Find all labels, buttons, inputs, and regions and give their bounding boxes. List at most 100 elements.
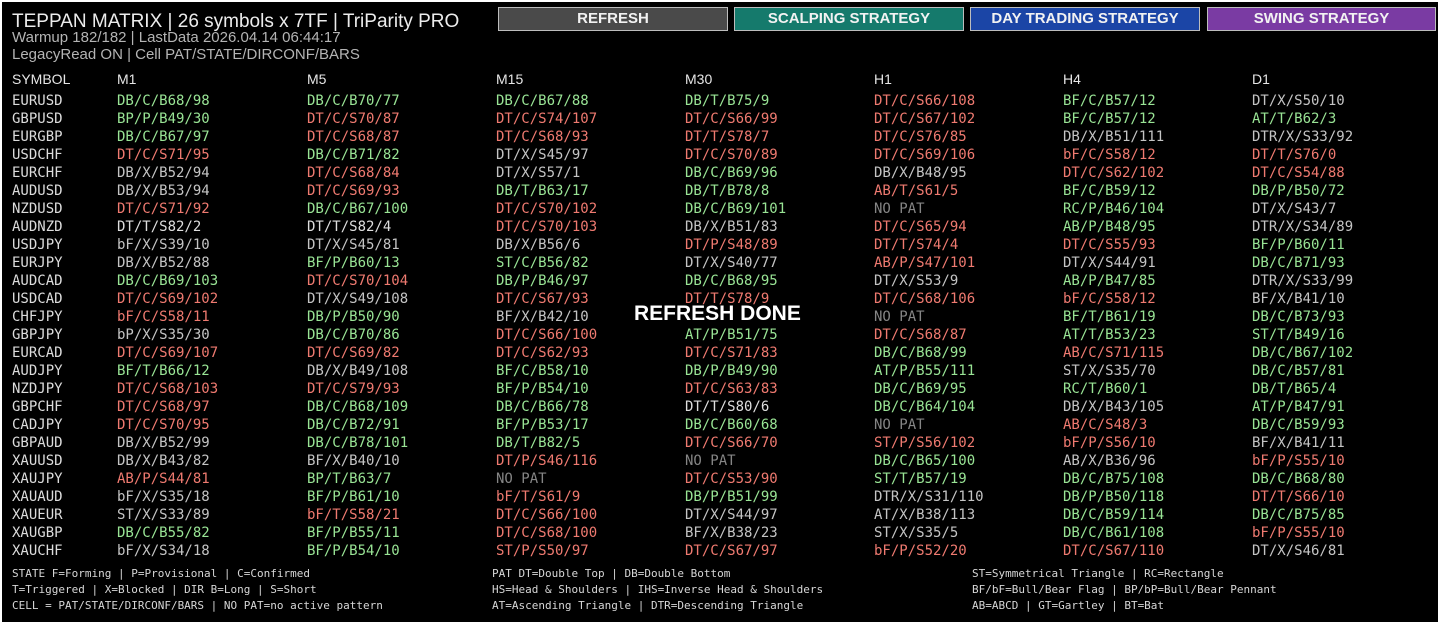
matrix-cell: bF/X/S34/18 (117, 543, 210, 559)
matrix-cell: DT/C/S66/100 (496, 507, 598, 523)
matrix-cell: DB/X/B56/6 (496, 237, 581, 253)
symbol-label: EURCAD (12, 345, 63, 361)
matrix-cell: DB/C/B70/77 (307, 93, 400, 109)
matrix-cell: DT/C/S68/100 (496, 525, 598, 541)
matrix-cell: AB/P/B47/85 (1063, 273, 1156, 289)
matrix-cell: bF/T/S61/9 (496, 489, 581, 505)
matrix-cell: BF/T/B61/19 (1063, 309, 1156, 325)
matrix-cell: AT/P/B51/75 (685, 327, 778, 343)
matrix-cell: DB/C/B68/80 (1252, 471, 1345, 487)
matrix-cell: DB/C/B72/91 (307, 417, 400, 433)
matrix-cell: AT/P/B47/91 (1252, 399, 1345, 415)
matrix-cell: DB/C/B75/85 (1252, 507, 1345, 523)
matrix-cell: DB/C/B70/86 (307, 327, 400, 343)
matrix-cell: DT/C/S67/97 (685, 543, 778, 559)
matrix-cell: DT/T/S74/4 (874, 237, 959, 253)
symbol-label: EURCHF (12, 165, 63, 181)
matrix-cell: DT/C/S70/95 (117, 417, 210, 433)
timeframe-header-h4: H4 (1063, 71, 1081, 87)
matrix-cell: NO PAT (874, 201, 925, 217)
matrix-cell: DT/P/S46/116 (496, 453, 598, 469)
matrix-cell: DB/C/B69/95 (874, 381, 967, 397)
legend-pattern-dt-db: PAT DT=Double Top | DB=Double Bottom (492, 567, 731, 580)
matrix-cell: BF/X/B40/10 (307, 453, 400, 469)
symbol-label: GBPAUD (12, 435, 63, 451)
matrix-cell: bF/C/S58/12 (1063, 291, 1156, 307)
matrix-cell: bP/X/S35/30 (117, 327, 210, 343)
matrix-cell: DT/C/S68/93 (496, 129, 589, 145)
matrix-cell: DT/C/S69/106 (874, 147, 976, 163)
symbol-label: EURGBP (12, 129, 63, 145)
matrix-cell: DB/T/B63/17 (496, 183, 589, 199)
matrix-cell: DT/T/S82/4 (307, 219, 392, 235)
scalping-strategy-button[interactable]: SCALPING STRATEGY (734, 7, 964, 31)
swing-strategy-button[interactable]: SWING STRATEGY (1207, 7, 1436, 31)
matrix-cell: DB/C/B71/93 (1252, 255, 1345, 271)
matrix-cell: ST/X/S35/70 (1063, 363, 1156, 379)
matrix-cell: DB/C/B59/114 (1063, 507, 1165, 523)
matrix-cell: DB/C/B60/68 (685, 417, 778, 433)
symbol-label: XAUJPY (12, 471, 63, 487)
info-line: LegacyRead ON | Cell PAT/STATE/DIRCONF/B… (12, 46, 360, 63)
matrix-cell: ST/T/B49/16 (1252, 327, 1345, 343)
symbol-label: XAUGBP (12, 525, 63, 541)
matrix-cell: DT/C/S69/102 (117, 291, 219, 307)
matrix-cell: bF/P/S55/10 (1252, 525, 1345, 541)
matrix-cell: DB/C/B68/98 (117, 93, 210, 109)
matrix-cell: DT/C/S67/110 (1063, 543, 1165, 559)
matrix-cell: BF/P/B60/13 (307, 255, 400, 271)
matrix-cell: DT/C/S74/107 (496, 111, 598, 127)
legend-trigger: T=Triggered | X=Blocked | DIR B=Long | S… (12, 583, 317, 596)
matrix-cell: DB/T/B82/5 (496, 435, 581, 451)
matrix-cell: DTR/X/S31/110 (874, 489, 984, 505)
matrix-cell: DT/C/S63/83 (685, 381, 778, 397)
matrix-cell: BP/P/B49/30 (117, 111, 210, 127)
matrix-cell: DT/C/S67/102 (874, 111, 976, 127)
matrix-cell: DT/C/S53/90 (685, 471, 778, 487)
matrix-cell: DB/C/B68/99 (874, 345, 967, 361)
matrix-cell: AT/T/B62/3 (1252, 111, 1337, 127)
matrix-cell: DT/X/S44/91 (1063, 255, 1156, 271)
matrix-cell: DT/T/S82/2 (117, 219, 202, 235)
matrix-cell: DT/C/S69/93 (307, 183, 400, 199)
matrix-cell: AB/P/S44/81 (117, 471, 210, 487)
matrix-cell: DB/P/B50/72 (1252, 183, 1345, 199)
matrix-cell: DT/C/S71/92 (117, 201, 210, 217)
matrix-cell: NO PAT (874, 417, 925, 433)
matrix-cell: DT/C/S69/107 (117, 345, 219, 361)
matrix-cell: BF/P/B54/10 (496, 381, 589, 397)
matrix-cell: DT/C/S70/103 (496, 219, 598, 235)
matrix-cell: DB/C/B67/88 (496, 93, 589, 109)
matrix-cell: BF/T/B66/12 (117, 363, 210, 379)
symbol-label: XAUEUR (12, 507, 63, 523)
matrix-cell: DT/C/S54/88 (1252, 165, 1345, 181)
matrix-cell: DT/C/S66/99 (685, 111, 778, 127)
refresh-button[interactable]: REFRESH (498, 7, 728, 31)
matrix-cell: DT/C/S71/83 (685, 345, 778, 361)
matrix-cell: DB/C/B68/109 (307, 399, 409, 415)
matrix-cell: DB/P/B51/99 (685, 489, 778, 505)
matrix-cell: DT/C/S68/87 (307, 129, 400, 145)
matrix-cell: DT/T/S80/6 (685, 399, 770, 415)
matrix-cell: DB/C/B71/82 (307, 147, 400, 163)
matrix-cell: AB/X/B36/96 (1063, 453, 1156, 469)
symbol-label: USDCHF (12, 147, 63, 163)
matrix-cell: ST/P/S56/102 (874, 435, 976, 451)
timeframe-header-m1: M1 (117, 71, 137, 87)
matrix-cell: NO PAT (874, 309, 925, 325)
matrix-cell: DB/C/B69/101 (685, 201, 787, 217)
symbol-label: USDCAD (12, 291, 63, 307)
matrix-cell: bF/C/S58/12 (1063, 147, 1156, 163)
matrix-cell: DT/X/S50/10 (1252, 93, 1345, 109)
matrix-cell: BF/X/B42/10 (496, 309, 589, 325)
timeframe-header-m5: M5 (307, 71, 327, 87)
matrix-cell: DB/C/B65/100 (874, 453, 976, 469)
matrix-cell: BF/P/B55/11 (307, 525, 400, 541)
day-trading-strategy-button[interactable]: DAY TRADING STRATEGY (970, 7, 1200, 31)
matrix-cell: DB/X/B43/105 (1063, 399, 1165, 415)
timeframe-header-h1: H1 (874, 71, 892, 87)
matrix-cell: DB/X/B53/94 (117, 183, 210, 199)
matrix-cell: DT/T/S66/10 (1252, 489, 1345, 505)
symbol-label: CADJPY (12, 417, 63, 433)
matrix-cell: AB/P/B48/95 (1063, 219, 1156, 235)
